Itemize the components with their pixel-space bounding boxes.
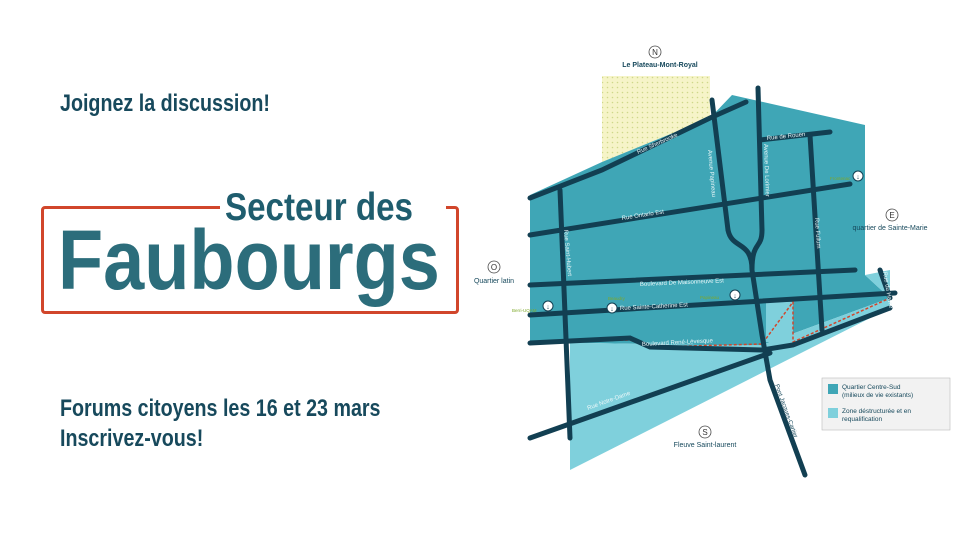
label-jacques-cartier: Pont Jacques-Cartier <box>773 384 798 439</box>
svg-text:S: S <box>702 428 707 437</box>
svg-text:Zone déstructurée et en: Zone déstructurée et en <box>842 408 911 415</box>
svg-text:N: N <box>652 48 658 57</box>
svg-text:Quartier latin: Quartier latin <box>474 278 514 285</box>
svg-text:(milieux de vie existants): (milieux de vie existants) <box>842 392 913 399</box>
invite-heading: Joignez la discussion! <box>60 90 270 117</box>
compass-north: N Le Plateau-Mont-Royal <box>622 45 698 69</box>
map-legend: Quartier Centre-Sud (milieux de vie exis… <box>821 377 951 431</box>
svg-text:↓: ↓ <box>610 306 614 313</box>
svg-text:E: E <box>889 211 894 220</box>
svg-text:Papineau: Papineau <box>700 295 720 300</box>
svg-text:↓: ↓ <box>856 174 860 181</box>
svg-text:Frontenac: Frontenac <box>830 176 851 181</box>
svg-text:Le Plateau-Mont-Royal: Le Plateau-Mont-Royal <box>622 62 698 69</box>
svg-text:Berri-UQAM: Berri-UQAM <box>512 308 537 313</box>
compass-west: O Quartier latin <box>474 260 514 285</box>
requalification-zone-2 <box>766 302 793 342</box>
svg-text:O: O <box>491 263 497 272</box>
svg-text:↓: ↓ <box>546 304 550 311</box>
svg-text:Quartier Centre-Sud: Quartier Centre-Sud <box>842 384 901 391</box>
svg-text:quartier de Sainte-Marie: quartier de Sainte-Marie <box>852 225 927 232</box>
compass-south: S Fleuve Saint-laurent <box>674 425 737 449</box>
sector-map: N Le Plateau-Mont-Royal E quartier de Sa… <box>474 45 951 478</box>
svg-text:Beaudry: Beaudry <box>608 296 626 301</box>
logo-line-2: Faubourgs <box>58 213 440 307</box>
svg-text:↓: ↓ <box>733 293 737 300</box>
register-link[interactable]: Inscrivez-vous! <box>60 425 203 453</box>
forums-heading: Forums citoyens les 16 et 23 mars <box>60 395 381 422</box>
svg-text:Fleuve Saint-laurent: Fleuve Saint-laurent <box>674 442 737 449</box>
svg-text:requalification: requalification <box>842 416 882 423</box>
centre-sud-zone <box>530 95 890 345</box>
